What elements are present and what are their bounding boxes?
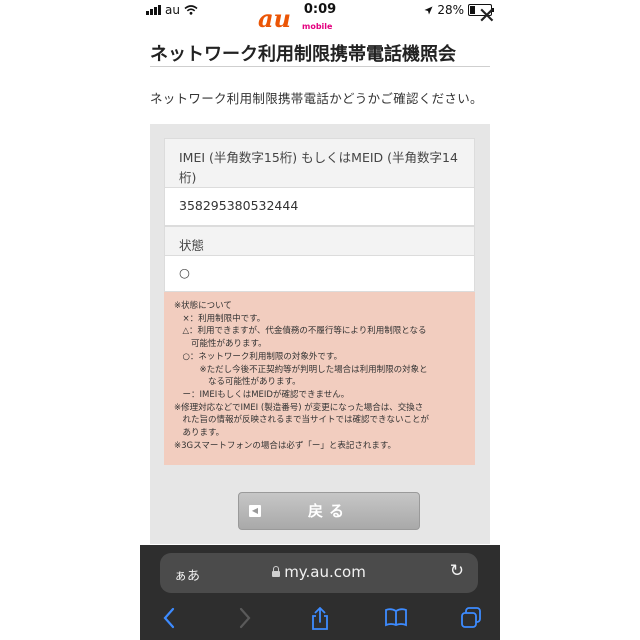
status-notes: ※状態について ×：利用制限中です。 △：利用できますが、代金債務の不履行等によ… [164, 292, 475, 465]
lock-icon [272, 566, 281, 577]
back-nav-icon[interactable] [162, 607, 176, 629]
result-panel: IMEI (半角数字15桁) もしくはMEID (半角数字14 桁) 35829… [150, 124, 490, 544]
forward-nav-icon[interactable] [238, 607, 252, 629]
phone-screen: au 0:09 28% au mobile ✕ ネットワーク利用制限携帯電話機照… [140, 0, 500, 640]
back-button-label: 戻る [307, 502, 350, 520]
note-line: △：利用できますが、代金債務の不履行等により利用制限となる [174, 326, 427, 337]
note-line: あります。 [174, 428, 225, 439]
note-line: 可能性があります。 [174, 339, 267, 350]
lead-text: ネットワーク利用制限携帯電話かどうかご確認ください。 [150, 91, 483, 106]
note-line: なる可能性があります。 [174, 377, 301, 388]
battery-percent: 28% [437, 3, 464, 17]
url-domain: my.au.com [284, 563, 366, 581]
note-line: れた旨の情報が反映されるまで当サイトでは確認できないことが [174, 415, 430, 426]
state-value: ○ [164, 256, 475, 292]
share-icon[interactable] [310, 607, 330, 631]
status-bar: au 0:09 28% [140, 0, 500, 20]
address-bar[interactable]: ぁあ my.au.com ↻ [160, 553, 478, 593]
reload-icon[interactable]: ↻ [450, 561, 464, 581]
note-line: ※3Gスマートフォンの場合は必ず「ー」と表記されます。 [174, 440, 397, 451]
au-mobile-logo[interactable]: au mobile [258, 4, 332, 33]
safari-bottom-bar: ぁあ my.au.com ↻ [140, 545, 500, 640]
note-line: ※ただし今後不正契約等が判明した場合は利用制限の対象と [174, 364, 428, 375]
note-line: ※状態について [174, 301, 232, 311]
location-icon [424, 6, 433, 14]
tabs-icon[interactable] [460, 607, 482, 629]
state-label: 状態 [164, 226, 475, 256]
safari-toolbar [140, 603, 500, 639]
back-button[interactable]: ◀ 戻る [238, 492, 420, 530]
imei-label: IMEI (半角数字15桁) もしくはMEID (半角数字14 桁) [164, 138, 475, 188]
note-line: ー：IMEIもしくはMEIDが確認できません。 [174, 389, 350, 400]
close-icon[interactable]: ✕ [478, 4, 496, 29]
note-line: ※修理対応などでIMEI (製造番号) が変更になった場合は、交換さ [174, 402, 424, 413]
back-arrow-icon: ◀ [249, 505, 261, 517]
imei-value: 358295380532444 [164, 188, 475, 226]
title-divider [150, 66, 490, 67]
note-line: ×：利用制限中です。 [174, 313, 266, 324]
note-line: ○：ネットワーク利用制限の対象外です。 [174, 351, 343, 362]
page-title: ネットワーク利用制限携帯電話機照会 [150, 44, 456, 65]
bookmarks-icon[interactable] [384, 607, 408, 627]
